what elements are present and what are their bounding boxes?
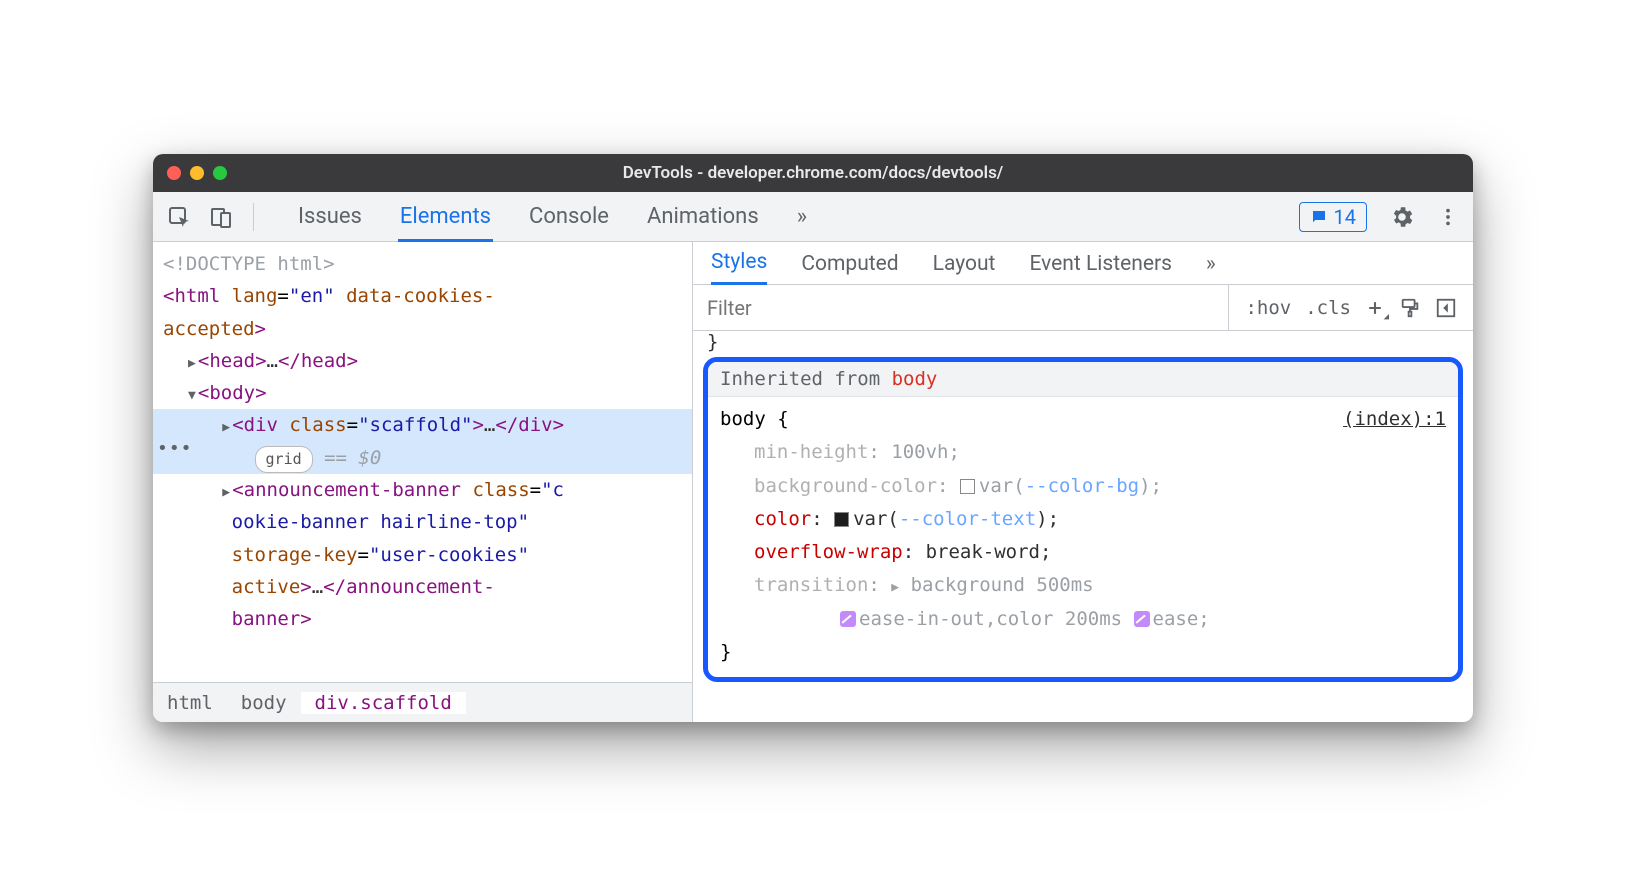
breadcrumb: html body div.scaffold bbox=[153, 682, 692, 722]
filter-row: :hov .cls ◢ bbox=[693, 285, 1473, 331]
close-dot[interactable] bbox=[167, 166, 181, 180]
window-title: DevTools - developer.chrome.com/docs/dev… bbox=[153, 163, 1473, 183]
tab-animations[interactable]: Animations bbox=[645, 194, 761, 240]
devtools-window: DevTools - developer.chrome.com/docs/dev… bbox=[153, 154, 1473, 722]
minimize-dot[interactable] bbox=[190, 166, 204, 180]
subtab-styles[interactable]: Styles bbox=[711, 250, 767, 285]
new-rule-icon[interactable]: ◢ bbox=[1365, 298, 1385, 318]
computed-pane-icon[interactable] bbox=[1435, 297, 1457, 319]
gutter-ellipsis-icon[interactable]: ••• bbox=[157, 438, 193, 459]
titlebar: DevTools - developer.chrome.com/docs/dev… bbox=[153, 154, 1473, 192]
decl-transition-line2[interactable]: ease-in-out,color 200ms ease; bbox=[720, 603, 1446, 636]
kebab-icon[interactable] bbox=[1437, 206, 1459, 228]
crumb-body[interactable]: body bbox=[227, 692, 301, 714]
color-swatch-icon[interactable] bbox=[960, 479, 975, 494]
rule-close-brace: } bbox=[720, 636, 1446, 669]
dom-scaffold[interactable]: ▶<div class="scaffold">…</div> bbox=[153, 409, 692, 441]
inherit-from-selector[interactable]: body bbox=[892, 368, 938, 390]
inherited-from-bar: Inherited from body bbox=[708, 362, 1458, 397]
cls-toggle[interactable]: .cls bbox=[1305, 297, 1351, 319]
dom-panel: ••• <!DOCTYPE html> <html lang="en" data… bbox=[153, 242, 693, 722]
tab-console[interactable]: Console bbox=[527, 194, 611, 240]
decl-transition[interactable]: transition: ▶ background 500ms bbox=[720, 569, 1446, 602]
tab-issues[interactable]: Issues bbox=[296, 194, 364, 240]
decl-background-color[interactable]: background-color: var(--color-bg); bbox=[720, 470, 1446, 503]
toolbar-right: 14 bbox=[1299, 202, 1459, 232]
dom-html-open-2[interactable]: accepted> bbox=[163, 313, 692, 345]
bezier-icon[interactable] bbox=[840, 611, 856, 627]
bezier-icon[interactable] bbox=[1134, 611, 1150, 627]
rule-header: body { (index):1 bbox=[720, 403, 1446, 436]
dom-banner-4[interactable]: active>…</announcement- bbox=[163, 571, 692, 603]
dom-body-open[interactable]: ▼<body> bbox=[163, 377, 692, 409]
color-swatch-icon[interactable] bbox=[834, 512, 849, 527]
decl-color[interactable]: color: var(--color-text); bbox=[720, 503, 1446, 536]
dom-banner-3[interactable]: storage-key="user-cookies" bbox=[163, 539, 692, 571]
main-toolbar: Issues Elements Console Animations » 14 bbox=[153, 192, 1473, 242]
toolbar-divider bbox=[253, 203, 254, 231]
dom-banner-5[interactable]: banner> bbox=[163, 603, 692, 635]
main-area: ••• <!DOCTYPE html> <html lang="en" data… bbox=[153, 242, 1473, 722]
toolbar-left: Issues Elements Console Animations » bbox=[167, 194, 809, 240]
paint-icon[interactable] bbox=[1399, 297, 1421, 319]
subtab-event-listeners[interactable]: Event Listeners bbox=[1029, 252, 1171, 284]
expand-shorthand-icon[interactable]: ▶ bbox=[891, 580, 899, 595]
tab-elements[interactable]: Elements bbox=[398, 194, 493, 242]
prior-rule-close: } bbox=[693, 331, 1473, 353]
issues-count: 14 bbox=[1334, 205, 1356, 229]
crumb-html[interactable]: html bbox=[153, 692, 227, 714]
rule-source-link[interactable]: (index):1 bbox=[1343, 403, 1446, 436]
zoom-dot[interactable] bbox=[213, 166, 227, 180]
subtab-overflow[interactable]: » bbox=[1206, 252, 1216, 284]
dom-html-open[interactable]: <html lang="en" data-cookies- bbox=[163, 280, 692, 312]
styles-panel: Styles Computed Layout Event Listeners »… bbox=[693, 242, 1473, 722]
traffic-lights bbox=[167, 166, 227, 180]
gear-icon[interactable] bbox=[1389, 204, 1415, 230]
inspect-icon[interactable] bbox=[167, 205, 191, 229]
crumb-scaffold[interactable]: div.scaffold bbox=[301, 692, 466, 714]
rule-selector[interactable]: body { bbox=[720, 403, 789, 436]
panel-tabs: Issues Elements Console Animations » bbox=[296, 194, 809, 240]
tabs-overflow[interactable]: » bbox=[795, 194, 809, 240]
inherit-label: Inherited from bbox=[720, 368, 892, 390]
decl-min-height[interactable]: min-height: 100vh; bbox=[720, 436, 1446, 469]
subtab-layout[interactable]: Layout bbox=[933, 252, 996, 284]
device-icon[interactable] bbox=[209, 205, 233, 229]
dom-banner[interactable]: ▶<announcement-banner class="c bbox=[163, 474, 692, 506]
styles-sub-tabs: Styles Computed Layout Event Listeners » bbox=[693, 242, 1473, 285]
dom-head[interactable]: ▶<head>…</head> bbox=[163, 345, 692, 377]
rule-highlight-box: Inherited from body body { (index):1 min… bbox=[703, 357, 1463, 682]
rule-body[interactable]: body { (index):1 min-height: 100vh; back… bbox=[708, 397, 1458, 677]
dom-banner-2[interactable]: ookie-banner hairline-top" bbox=[163, 506, 692, 538]
subtab-computed[interactable]: Computed bbox=[801, 252, 898, 284]
dom-doctype[interactable]: <!DOCTYPE html> bbox=[163, 248, 692, 280]
filter-input[interactable] bbox=[693, 285, 1229, 330]
dom-tree[interactable]: <!DOCTYPE html> <html lang="en" data-coo… bbox=[153, 242, 692, 682]
decl-overflow-wrap[interactable]: overflow-wrap: break-word; bbox=[720, 536, 1446, 569]
dom-scaffold-hint: grid == $0 bbox=[153, 442, 692, 474]
filter-tools: :hov .cls ◢ bbox=[1229, 297, 1473, 319]
issues-badge[interactable]: 14 bbox=[1299, 202, 1367, 232]
hov-toggle[interactable]: :hov bbox=[1245, 297, 1291, 319]
